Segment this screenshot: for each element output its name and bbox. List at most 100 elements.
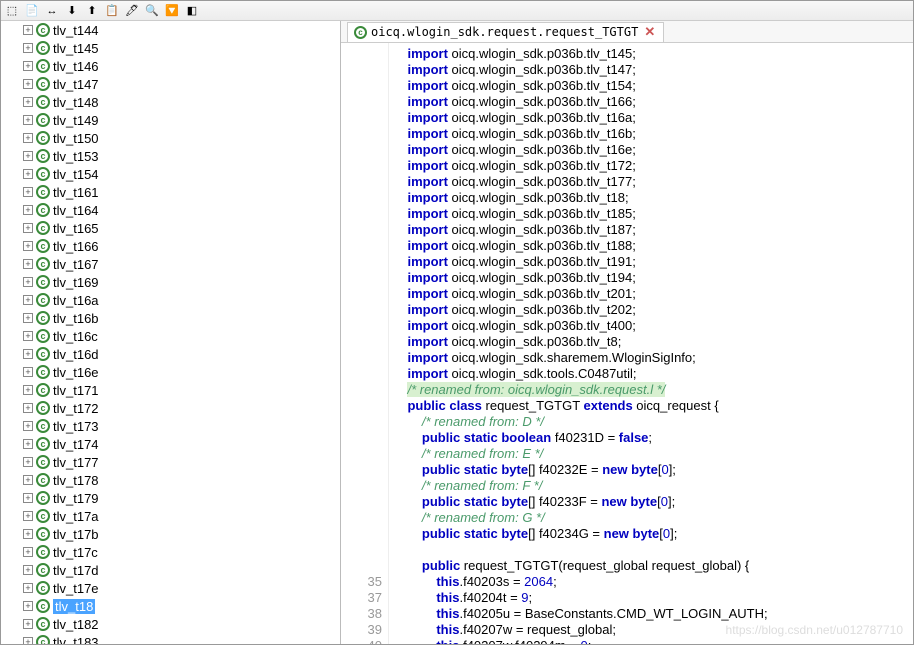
tree-item-tlv_t154[interactable]: +ctlv_t154 <box>1 165 340 183</box>
class-icon: c <box>36 509 50 523</box>
expand-icon[interactable]: + <box>23 151 33 161</box>
tree-item-tlv_t167[interactable]: +ctlv_t167 <box>1 255 340 273</box>
toolbar-button[interactable]: 🔽 <box>163 3 181 19</box>
code-content[interactable]: import oicq.wlogin_sdk.p036b.tlv_t145; i… <box>389 43 913 644</box>
toolbar-button[interactable]: ⬇ <box>63 3 81 19</box>
expand-icon[interactable]: + <box>23 457 33 467</box>
toolbar-button[interactable]: 🖊 <box>123 3 141 19</box>
class-icon: c <box>36 257 50 271</box>
tree-item-tlv_t178[interactable]: +ctlv_t178 <box>1 471 340 489</box>
tree-item-tlv_t182[interactable]: +ctlv_t182 <box>1 615 340 633</box>
expand-icon[interactable]: + <box>23 205 33 215</box>
tree-item-tlv_t17e[interactable]: +ctlv_t17e <box>1 579 340 597</box>
class-icon: c <box>36 635 50 644</box>
expand-icon[interactable]: + <box>23 385 33 395</box>
tree-item-label: tlv_t182 <box>53 617 99 632</box>
expand-icon[interactable]: + <box>23 295 33 305</box>
expand-icon[interactable]: + <box>23 187 33 197</box>
tree-item-tlv_t177[interactable]: +ctlv_t177 <box>1 453 340 471</box>
tree-item-tlv_t146[interactable]: +ctlv_t146 <box>1 57 340 75</box>
tree-item-label: tlv_t17c <box>53 545 98 560</box>
tree-item-tlv_t18[interactable]: +ctlv_t18 <box>1 597 340 615</box>
expand-icon[interactable]: + <box>23 43 33 53</box>
tree-item-tlv_t164[interactable]: +ctlv_t164 <box>1 201 340 219</box>
expand-icon[interactable]: + <box>23 97 33 107</box>
tree-item-tlv_t16e[interactable]: +ctlv_t16e <box>1 363 340 381</box>
tree-item-label: tlv_t148 <box>53 95 99 110</box>
tree-item-tlv_t17a[interactable]: +ctlv_t17a <box>1 507 340 525</box>
expand-icon[interactable]: + <box>23 331 33 341</box>
tree-item-tlv_t174[interactable]: +ctlv_t174 <box>1 435 340 453</box>
toolbar-button[interactable]: 📄 <box>23 3 41 19</box>
tree-item-tlv_t165[interactable]: +ctlv_t165 <box>1 219 340 237</box>
class-icon: c <box>36 545 50 559</box>
tree-item-tlv_t17b[interactable]: +ctlv_t17b <box>1 525 340 543</box>
expand-icon[interactable]: + <box>23 565 33 575</box>
expand-icon[interactable]: + <box>23 367 33 377</box>
tree-item-tlv_t17c[interactable]: +ctlv_t17c <box>1 543 340 561</box>
expand-icon[interactable]: + <box>23 115 33 125</box>
toolbar-button[interactable]: 📋 <box>103 3 121 19</box>
toolbar-button[interactable]: ⬚ <box>3 3 21 19</box>
tree-item-tlv_t17d[interactable]: +ctlv_t17d <box>1 561 340 579</box>
expand-icon[interactable]: + <box>23 277 33 287</box>
toolbar-button[interactable]: ↔ <box>43 3 61 19</box>
toolbar-button[interactable]: ⬆ <box>83 3 101 19</box>
tree-item-tlv_t173[interactable]: +ctlv_t173 <box>1 417 340 435</box>
expand-icon[interactable]: + <box>23 313 33 323</box>
expand-icon[interactable]: + <box>23 223 33 233</box>
code-editor[interactable]: 353738394041 import oicq.wlogin_sdk.p036… <box>341 43 913 644</box>
tree-item-tlv_t161[interactable]: +ctlv_t161 <box>1 183 340 201</box>
expand-icon[interactable]: + <box>23 241 33 251</box>
tree-item-tlv_t148[interactable]: +ctlv_t148 <box>1 93 340 111</box>
toolbar-button[interactable]: 🔍 <box>143 3 161 19</box>
tree-item-tlv_t16c[interactable]: +ctlv_t16c <box>1 327 340 345</box>
expand-icon[interactable]: + <box>23 475 33 485</box>
class-icon: c <box>36 77 50 91</box>
editor-tab[interactable]: c oicq.wlogin_sdk.request.request_TGTGT … <box>347 22 664 42</box>
expand-icon[interactable]: + <box>23 259 33 269</box>
tree-item-tlv_t144[interactable]: +ctlv_t144 <box>1 21 340 39</box>
tree-item-tlv_t179[interactable]: +ctlv_t179 <box>1 489 340 507</box>
tree-item-tlv_t169[interactable]: +ctlv_t169 <box>1 273 340 291</box>
expand-icon[interactable]: + <box>23 601 33 611</box>
expand-icon[interactable]: + <box>23 619 33 629</box>
tree-item-label: tlv_t16b <box>53 311 99 326</box>
expand-icon[interactable]: + <box>23 79 33 89</box>
close-icon[interactable]: ✕ <box>642 24 657 40</box>
toolbar-button[interactable]: ◧ <box>183 3 201 19</box>
expand-icon[interactable]: + <box>23 493 33 503</box>
expand-icon[interactable]: + <box>23 133 33 143</box>
expand-icon[interactable]: + <box>23 61 33 71</box>
tree-item-tlv_t145[interactable]: +ctlv_t145 <box>1 39 340 57</box>
expand-icon[interactable]: + <box>23 547 33 557</box>
expand-icon[interactable]: + <box>23 25 33 35</box>
expand-icon[interactable]: + <box>23 529 33 539</box>
expand-icon[interactable]: + <box>23 583 33 593</box>
package-explorer[interactable]: +ctlv_t144+ctlv_t145+ctlv_t146+ctlv_t147… <box>1 21 341 644</box>
tree-item-label: tlv_t146 <box>53 59 99 74</box>
tree-item-tlv_t16b[interactable]: +ctlv_t16b <box>1 309 340 327</box>
class-icon: c <box>36 473 50 487</box>
tree-item-label: tlv_t16e <box>53 365 99 380</box>
tree-item-tlv_t166[interactable]: +ctlv_t166 <box>1 237 340 255</box>
tree-item-tlv_t171[interactable]: +ctlv_t171 <box>1 381 340 399</box>
expand-icon[interactable]: + <box>23 403 33 413</box>
expand-icon[interactable]: + <box>23 637 33 644</box>
expand-icon[interactable]: + <box>23 169 33 179</box>
tree-item-tlv_t172[interactable]: +ctlv_t172 <box>1 399 340 417</box>
class-icon: c <box>36 419 50 433</box>
expand-icon[interactable]: + <box>23 439 33 449</box>
tree-item-tlv_t153[interactable]: +ctlv_t153 <box>1 147 340 165</box>
tree-item-label: tlv_t147 <box>53 77 99 92</box>
tree-item-label: tlv_t17a <box>53 509 99 524</box>
expand-icon[interactable]: + <box>23 511 33 521</box>
expand-icon[interactable]: + <box>23 349 33 359</box>
tree-item-tlv_t16a[interactable]: +ctlv_t16a <box>1 291 340 309</box>
tree-item-tlv_t150[interactable]: +ctlv_t150 <box>1 129 340 147</box>
expand-icon[interactable]: + <box>23 421 33 431</box>
tree-item-tlv_t16d[interactable]: +ctlv_t16d <box>1 345 340 363</box>
tree-item-tlv_t149[interactable]: +ctlv_t149 <box>1 111 340 129</box>
tree-item-tlv_t147[interactable]: +ctlv_t147 <box>1 75 340 93</box>
tree-item-tlv_t183[interactable]: +ctlv_t183 <box>1 633 340 644</box>
